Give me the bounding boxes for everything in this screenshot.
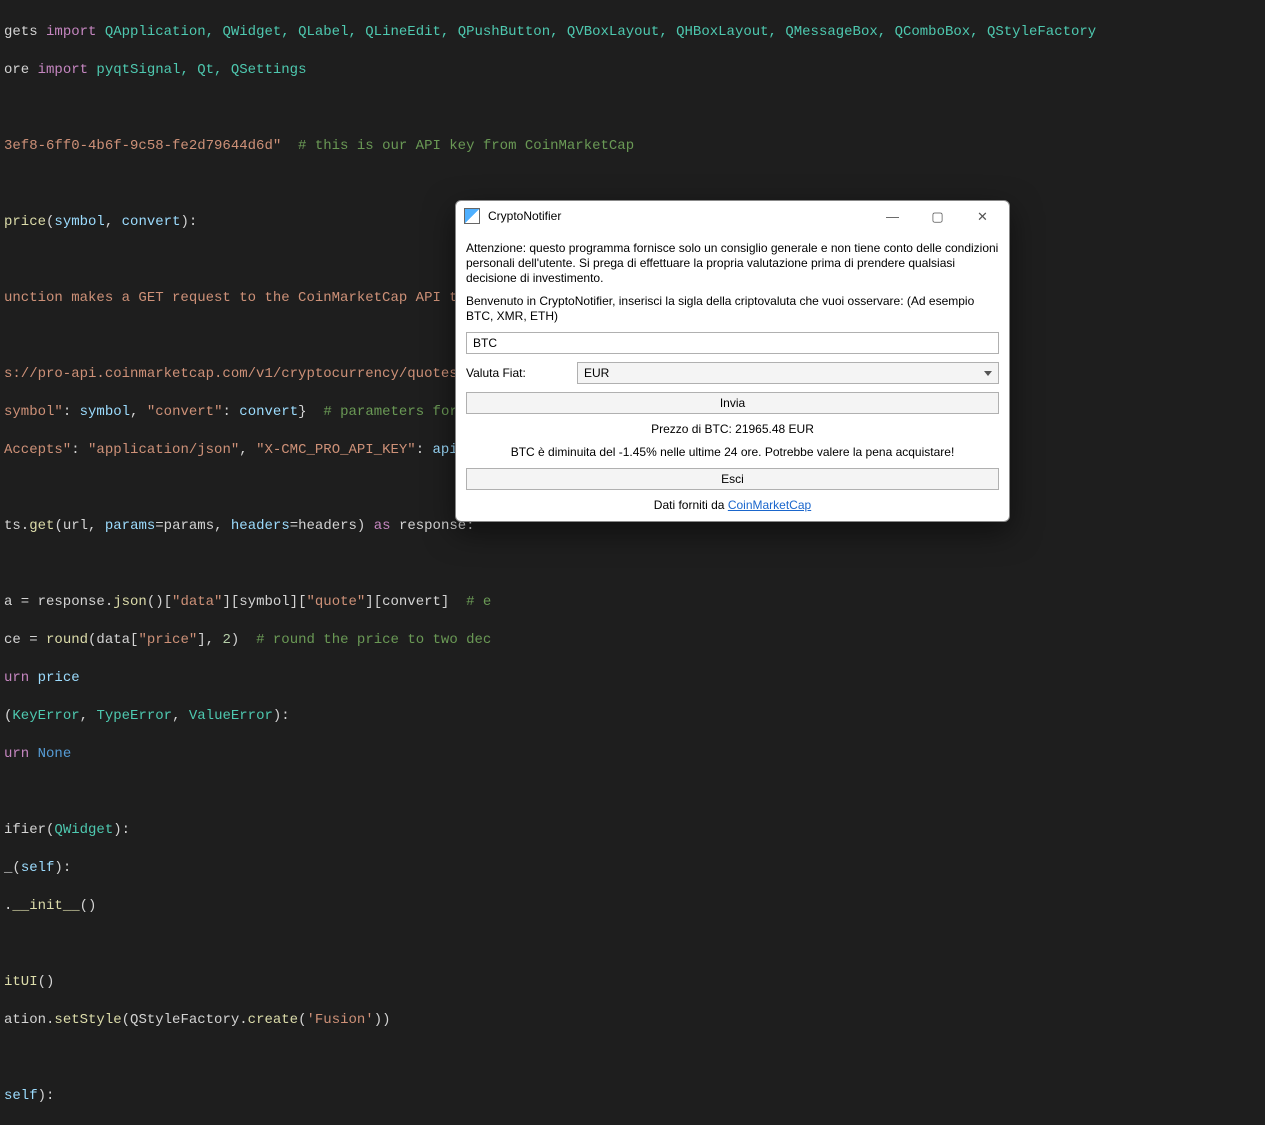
code-line: 3ef8-6ff0-4b6f-9c58-fe2d79644d6d" # this… (0, 137, 1265, 156)
footer-label: Dati forniti da CoinMarketCap (466, 498, 999, 513)
titlebar: CryptoNotifier — ▢ ✕ (456, 201, 1009, 231)
suggestion-label: BTC è diminuita del -1.45% nelle ultime … (466, 445, 999, 460)
window-title: CryptoNotifier (488, 207, 870, 226)
app-icon (464, 208, 480, 224)
footer-prefix: Dati forniti da (654, 498, 728, 512)
code-line: itUI() (0, 973, 1265, 992)
disclaimer-label: Attenzione: questo programma fornisce so… (466, 241, 999, 286)
code-line: .__init__() (0, 897, 1265, 916)
code-line: urn price (0, 669, 1265, 688)
crypto-notifier-window: CryptoNotifier — ▢ ✕ Attenzione: questo … (455, 200, 1010, 522)
footer-link[interactable]: CoinMarketCap (728, 498, 811, 512)
fiat-combobox[interactable]: EUR (577, 362, 999, 384)
code-line: ore import pyqtSignal, Qt, QSettings (0, 61, 1265, 80)
code-line: a = response.json()["data"][symbol]["quo… (0, 593, 1265, 612)
maximize-button[interactable]: ▢ (915, 202, 960, 230)
code-line: ation.setStyle(QStyleFactory.create('Fus… (0, 1011, 1265, 1030)
code-line: (KeyError, TypeError, ValueError): (0, 707, 1265, 726)
close-button[interactable]: ✕ (960, 202, 1005, 230)
code-line: gets import QApplication, QWidget, QLabe… (0, 23, 1265, 42)
exit-button[interactable]: Esci (466, 468, 999, 490)
code-line: urn None (0, 745, 1265, 764)
fiat-selected-value: EUR (584, 364, 609, 383)
code-line: ifier(QWidget): (0, 821, 1265, 840)
send-button[interactable]: Invia (466, 392, 999, 414)
fiat-label: Valuta Fiat: (466, 364, 571, 383)
welcome-label: Benvenuto in CryptoNotifier, inserisci l… (466, 294, 999, 324)
code-line: self): (0, 1087, 1265, 1106)
price-label: Prezzo di BTC: 21965.48 EUR (466, 422, 999, 437)
code-line: ce = round(data["price"], 2) # round the… (0, 631, 1265, 650)
symbol-input[interactable] (466, 332, 999, 354)
minimize-button[interactable]: — (870, 202, 915, 230)
code-line: _(self): (0, 859, 1265, 878)
code-editor[interactable]: gets import QApplication, QWidget, QLabe… (0, 0, 1265, 1125)
